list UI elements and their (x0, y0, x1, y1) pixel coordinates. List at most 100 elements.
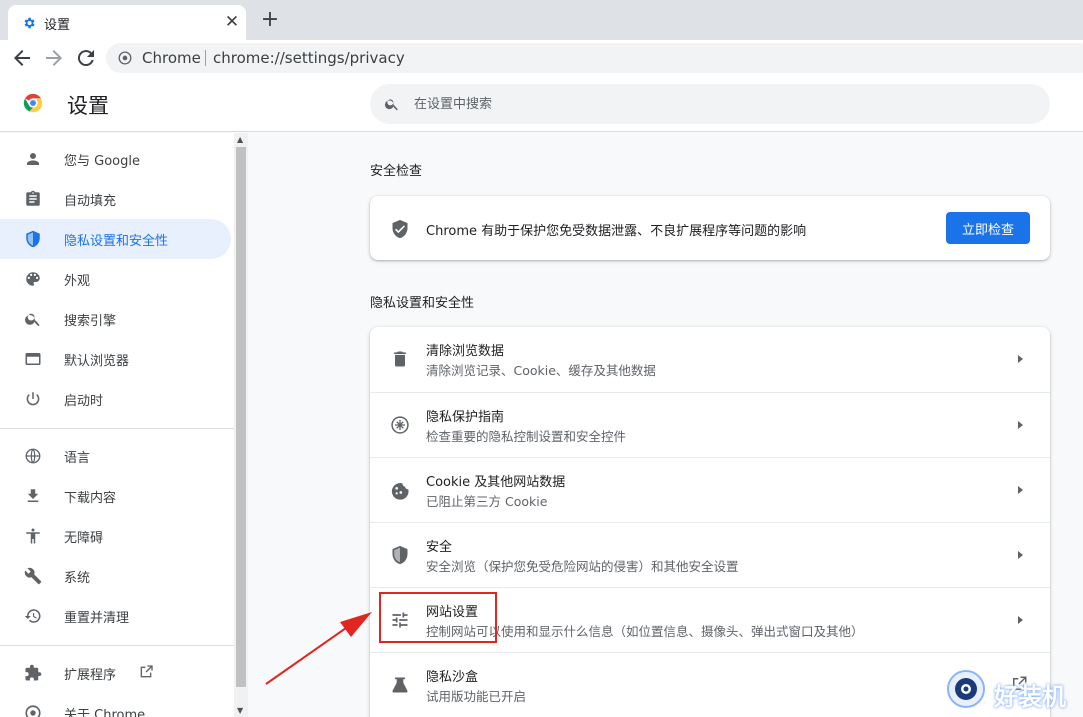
chrome-logo-icon (23, 93, 43, 113)
highlight-box (379, 592, 497, 643)
back-arrow-icon[interactable] (10, 46, 34, 70)
row-title: 清除浏览数据 (426, 344, 505, 359)
chrome-icon (25, 705, 41, 717)
row-subtitle: 清除浏览记录、Cookie、缓存及其他数据 (426, 363, 656, 378)
open-in-new-icon (140, 665, 153, 678)
sidebar-item-languages[interactable]: 语言 (0, 436, 231, 476)
browser-window-icon (25, 353, 41, 365)
sidebar-item-search-engine[interactable]: 搜索引擎 (0, 299, 231, 339)
sidebar-item-label: 扩展程序 (64, 668, 117, 683)
sidebar-item-label: 启动时 (64, 394, 104, 409)
sidebar-scrollbar[interactable]: ▲ ▼ (234, 133, 248, 717)
sidebar-divider (0, 645, 234, 646)
row-security[interactable]: 安全 安全浏览（保护您免受危险网站的侵害）和其他安全设置 (370, 522, 1050, 587)
cookie-icon (391, 483, 409, 500)
forward-arrow-icon[interactable] (42, 46, 66, 70)
shield-check-icon (392, 219, 408, 239)
sidebar-item-label: 重置并清理 (64, 611, 130, 626)
sidebar: 您与 Google 自动填充 隐私设置和安全性 外观 搜索引擎 默认浏览器 启动… (0, 133, 234, 717)
sidebar-item-you-and-google[interactable]: 您与 Google (0, 139, 231, 179)
sidebar-item-label: 语言 (64, 451, 91, 466)
sidebar-item-extensions[interactable]: 扩展程序 (0, 653, 231, 693)
security-shield-icon (392, 545, 408, 565)
sidebar-item-label: 外观 (64, 274, 91, 289)
row-subtitle: 试用版功能已开启 (426, 689, 527, 704)
sidebar-item-label: 您与 Google (64, 154, 140, 169)
sidebar-item-reset[interactable]: 重置并清理 (0, 596, 231, 636)
privacy-section-heading: 隐私设置和安全性 (370, 296, 475, 311)
sidebar-item-label: 搜索引擎 (64, 314, 117, 329)
accessibility-icon (26, 528, 40, 544)
chrome-icon (118, 51, 132, 65)
sidebar-item-label: 隐私设置和安全性 (64, 234, 169, 249)
tab-title: 设置 (44, 18, 71, 33)
palette-icon (26, 272, 40, 286)
search-input[interactable] (414, 84, 1014, 124)
sidebar-item-default-browser[interactable]: 默认浏览器 (0, 339, 231, 379)
search-icon (25, 313, 40, 327)
page-title: 设置 (67, 94, 109, 118)
sidebar-item-accessibility[interactable]: 无障碍 (0, 516, 231, 556)
browser-toolbar: Chrome chrome://settings/privacy (0, 40, 1083, 76)
new-tab-button[interactable]: + (260, 9, 280, 31)
tab-strip: 设置 ✕ + (0, 0, 1083, 40)
safety-check-card: Chrome 有助于保护您免受数据泄露、不良扩展程序等问题的影响 立即检查 (370, 196, 1050, 260)
sidebar-item-autofill[interactable]: 自动填充 (0, 179, 231, 219)
safety-check-description: Chrome 有助于保护您免受数据泄露、不良扩展程序等问题的影响 (426, 224, 807, 239)
scrollbar-thumb[interactable] (236, 147, 246, 687)
check-now-button[interactable]: 立即检查 (946, 212, 1030, 244)
row-subtitle: 安全浏览（保护您免受危险网站的侵害）和其他安全设置 (426, 559, 739, 574)
sidebar-item-downloads[interactable]: 下载内容 (0, 476, 231, 516)
row-privacy-guide[interactable]: 隐私保护指南 检查重要的隐私控制设置和安全控件 (370, 392, 1050, 457)
flask-icon (392, 677, 408, 693)
sidebar-item-privacy[interactable]: 隐私设置和安全性 (0, 219, 231, 259)
address-bar[interactable]: Chrome chrome://settings/privacy (106, 43, 1083, 73)
sidebar-item-label: 关于 Chrome (64, 708, 146, 717)
chevron-right-icon (1018, 421, 1023, 429)
row-clear-browsing-data[interactable]: 清除浏览数据 清除浏览记录、Cookie、缓存及其他数据 (370, 327, 1050, 392)
row-title: 隐私保护指南 (426, 410, 505, 425)
shield-icon (26, 230, 40, 248)
row-subtitle: 检查重要的隐私控制设置和安全控件 (426, 429, 627, 444)
settings-search[interactable] (370, 84, 1050, 124)
chevron-right-icon (1018, 551, 1023, 559)
wrench-icon (24, 567, 42, 585)
gear-icon (24, 17, 35, 29)
sidebar-item-about-chrome[interactable]: 关于 Chrome (0, 693, 231, 717)
watermark-text: 好装机 (994, 683, 1066, 711)
download-icon (27, 489, 39, 502)
trash-icon (394, 351, 406, 367)
settings-header: 设置 (0, 76, 1083, 132)
safety-check-heading: 安全检查 (370, 164, 423, 179)
sidebar-divider (0, 428, 234, 429)
scroll-up-icon[interactable]: ▲ (237, 135, 243, 144)
omnibox-separator (205, 50, 206, 66)
sidebar-item-label: 自动填充 (64, 194, 117, 209)
compass-icon (391, 416, 409, 434)
omnibox-url[interactable]: chrome://settings/privacy (213, 49, 405, 67)
watermark: 好装机 (946, 667, 1083, 717)
row-title: 隐私沙盒 (426, 670, 479, 685)
omnibox-label: Chrome (142, 49, 201, 67)
clipboard-icon (26, 190, 40, 206)
sidebar-item-label: 下载内容 (64, 491, 117, 506)
watermark-logo-icon (947, 670, 985, 708)
close-tab-icon[interactable]: ✕ (222, 12, 242, 32)
power-icon (26, 392, 40, 406)
sidebar-item-on-startup[interactable]: 启动时 (0, 379, 231, 419)
sidebar-item-system[interactable]: 系统 (0, 556, 231, 596)
tab-settings[interactable]: 设置 ✕ (8, 5, 246, 40)
chevron-right-icon (1018, 486, 1023, 494)
row-title: Cookie 及其他网站数据 (426, 475, 566, 490)
chevron-right-icon (1018, 355, 1023, 363)
person-icon (27, 153, 39, 165)
privacy-card: 清除浏览数据 清除浏览记录、Cookie、缓存及其他数据 隐私保护指南 检查重要… (370, 327, 1050, 717)
sidebar-item-label: 系统 (64, 571, 91, 586)
puzzle-icon (25, 664, 42, 681)
reload-icon[interactable] (74, 46, 98, 70)
globe-icon (25, 448, 41, 464)
row-subtitle: 已阻止第三方 Cookie (426, 494, 548, 509)
row-cookies[interactable]: Cookie 及其他网站数据 已阻止第三方 Cookie (370, 457, 1050, 522)
sidebar-item-appearance[interactable]: 外观 (0, 259, 231, 299)
scroll-down-icon[interactable]: ▼ (237, 706, 243, 715)
